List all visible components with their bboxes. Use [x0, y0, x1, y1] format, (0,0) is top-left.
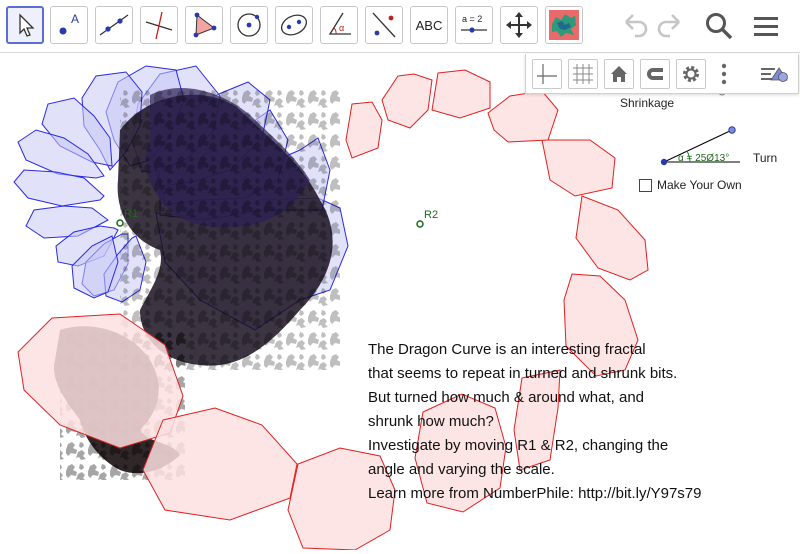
conic-tool[interactable] — [275, 6, 313, 44]
line-tool[interactable] — [95, 6, 133, 44]
gear-icon — [683, 66, 699, 82]
description-line: that seems to repeat in turned and shrun… — [368, 365, 678, 382]
description-line: Investigate by moving R1 & R2, changing … — [368, 437, 669, 454]
angle-tool[interactable]: α — [320, 6, 358, 44]
search-icon — [706, 13, 733, 40]
turn-vertex-point — [660, 158, 668, 166]
description-line: angle and varying the scale. — [368, 461, 555, 478]
custom-tool[interactable] — [545, 6, 583, 44]
checkbox-box[interactable] — [639, 178, 652, 192]
svg-text:a = 2: a = 2 — [462, 14, 482, 24]
make-your-own-checkbox[interactable]: Make Your Own — [639, 178, 742, 192]
style-bar-toggle-icon — [761, 67, 788, 82]
description-line: The Dragon Curve is an interesting fract… — [368, 341, 646, 358]
more-options-button[interactable] — [718, 60, 730, 88]
magnet-icon — [647, 68, 663, 80]
point-r2-label: R2 — [424, 209, 438, 221]
perpendicular-line-tool[interactable] — [140, 6, 178, 44]
angle-icon: α — [328, 12, 351, 35]
axes-icon — [537, 64, 557, 84]
undo-icon — [625, 14, 648, 38]
undo-button[interactable] — [616, 8, 652, 44]
more-vertical-icon — [721, 63, 727, 85]
turn-angle-value: α = 25Ø13° — [678, 153, 729, 164]
point-r1-label: R1 — [124, 208, 138, 220]
svg-text:A: A — [71, 12, 79, 26]
slider-icon: a = 2 — [461, 14, 487, 33]
custom-tool-thumbnail-icon — [549, 10, 579, 40]
perpendicular-line-icon — [145, 11, 173, 40]
cursor-arrow-icon — [19, 13, 35, 37]
description-text: The Dragon Curve is an interesting fract… — [368, 338, 788, 506]
point-icon: A — [59, 12, 79, 35]
point-capturing-button[interactable] — [640, 59, 670, 89]
grid-icon — [573, 64, 593, 84]
svg-text:α: α — [339, 23, 344, 33]
reflect-tool[interactable] — [365, 6, 403, 44]
toggle-axes-button[interactable] — [532, 59, 562, 89]
line-through-points-icon — [99, 14, 129, 36]
circle-tool[interactable] — [230, 6, 268, 44]
ellipse-icon — [280, 14, 308, 36]
move-arrows-icon — [506, 12, 532, 38]
settings-button[interactable] — [676, 59, 706, 89]
point-tool[interactable]: A — [50, 6, 88, 44]
make-your-own-label: Make Your Own — [657, 178, 742, 192]
graphics-style-bar — [525, 54, 799, 94]
point-r2[interactable]: R2 — [416, 209, 438, 228]
main-menu-button[interactable] — [748, 8, 784, 44]
circle-center-point-icon — [237, 13, 261, 37]
move-graphics-view-tool[interactable] — [500, 6, 538, 44]
slider-tool[interactable]: a = 2 — [455, 6, 493, 44]
redo-icon — [657, 14, 680, 38]
text-tool-label: ABC — [415, 17, 443, 33]
style-bar-toggle-button[interactable] — [758, 60, 792, 88]
polygon-tool[interactable] — [185, 6, 223, 44]
hamburger-menu-icon — [754, 17, 778, 36]
search-button[interactable] — [701, 8, 737, 44]
shrinkage-label: Shrinkage — [620, 96, 675, 110]
toggle-grid-button[interactable] — [568, 59, 598, 89]
polygon-icon — [193, 12, 217, 38]
redo-button[interactable] — [653, 8, 689, 44]
move-tool[interactable] — [6, 6, 44, 44]
turn-angle-control[interactable]: α = 25Ø13° — [660, 126, 740, 166]
standard-view-button[interactable] — [604, 59, 634, 89]
reflect-about-line-icon — [372, 12, 396, 38]
toolbar: A α ABC a = 2 — [0, 0, 800, 53]
turn-label: Turn — [753, 151, 778, 165]
description-line: But turned how much & around what, and — [368, 389, 645, 406]
description-line: Learn more from NumberPhile: http://bit.… — [368, 485, 702, 502]
turn-handle-point — [728, 126, 736, 134]
text-tool[interactable]: ABC — [410, 6, 448, 44]
home-icon — [611, 66, 627, 82]
description-line: shrunk how much? — [368, 413, 494, 430]
